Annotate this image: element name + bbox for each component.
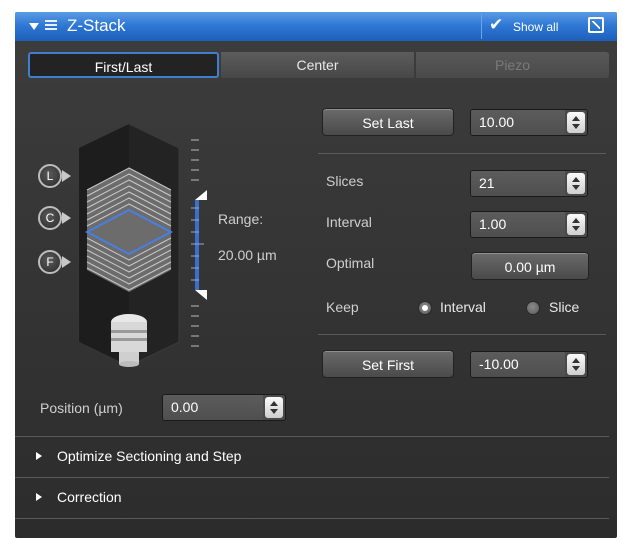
keep-label: Keep	[326, 299, 359, 315]
show-all-toggle[interactable]: Show all	[513, 20, 558, 34]
keep-slice-label[interactable]: Slice	[549, 299, 579, 315]
position-stepper[interactable]	[265, 397, 283, 418]
collapse-triangle-icon[interactable]	[29, 23, 39, 30]
tab-piezo: Piezo	[416, 52, 609, 78]
section-label[interactable]: Optimize Sectioning and Step	[57, 448, 241, 464]
first-marker[interactable]	[195, 290, 207, 300]
tab-first-last[interactable]: First/Last	[28, 52, 219, 78]
range-label: Range:	[218, 211, 264, 227]
first-stepper[interactable]	[567, 354, 585, 375]
panel-title: Z-Stack	[67, 16, 126, 35]
panel-title-bar[interactable]: Z-Stack ✔ Show all	[15, 12, 617, 41]
slices-spinbox[interactable]: 21	[470, 170, 588, 197]
range-bar	[195, 200, 199, 290]
position-input[interactable]: 0.00	[163, 395, 263, 420]
slices-label: Slices	[326, 173, 364, 189]
section-correction[interactable]: Correction	[15, 478, 609, 518]
first-input[interactable]: -10.00	[471, 352, 565, 377]
last-marker[interactable]	[195, 190, 207, 200]
slices-stepper[interactable]	[567, 173, 585, 194]
marker-center-button[interactable]: C	[38, 206, 71, 230]
list-menu-icon[interactable]	[45, 20, 57, 32]
z-stack-panel: Z-Stack ✔ Show all First/Last Center Pie…	[15, 12, 617, 538]
set-first-button[interactable]: Set First	[322, 350, 454, 378]
divider	[318, 334, 606, 335]
section-divider	[15, 518, 609, 519]
z-stack-graphic	[78, 123, 207, 367]
position-spinbox[interactable]: 0.00	[162, 394, 286, 421]
marker-last-button[interactable]: L	[38, 164, 71, 188]
interval-label: Interval	[326, 214, 372, 230]
position-label: Position (µm)	[40, 400, 123, 416]
title-divider	[481, 14, 482, 39]
interval-stepper[interactable]	[567, 214, 585, 235]
keep-slice-radio[interactable]	[526, 301, 540, 315]
slice-stack	[84, 167, 174, 292]
last-stepper[interactable]	[567, 112, 585, 133]
marker-first-button[interactable]: F	[38, 250, 71, 274]
optimal-button[interactable]: 0.00 µm	[471, 252, 589, 280]
keep-interval-label[interactable]: Interval	[440, 299, 486, 315]
expand-triangle-icon[interactable]	[36, 452, 42, 460]
last-input[interactable]: 10.00	[471, 110, 565, 135]
optimal-label: Optimal	[326, 255, 375, 271]
divider	[318, 153, 606, 154]
keep-interval-radio[interactable]	[418, 301, 432, 315]
set-last-button[interactable]: Set Last	[322, 108, 454, 136]
interval-spinbox[interactable]: 1.00	[470, 211, 588, 238]
range-value: 20.00 µm	[218, 247, 277, 263]
section-optimize-sectioning[interactable]: Optimize Sectioning and Step	[15, 437, 609, 477]
tab-center[interactable]: Center	[221, 52, 414, 78]
interval-input[interactable]: 1.00	[471, 212, 565, 237]
slices-input[interactable]: 21	[471, 171, 565, 196]
first-spinbox[interactable]: -10.00	[470, 351, 588, 378]
section-label[interactable]: Correction	[57, 489, 122, 505]
last-spinbox[interactable]: 10.00	[470, 109, 588, 136]
expand-triangle-icon[interactable]	[36, 493, 42, 501]
check-icon[interactable]: ✔	[489, 15, 503, 35]
popout-icon[interactable]	[588, 17, 604, 33]
